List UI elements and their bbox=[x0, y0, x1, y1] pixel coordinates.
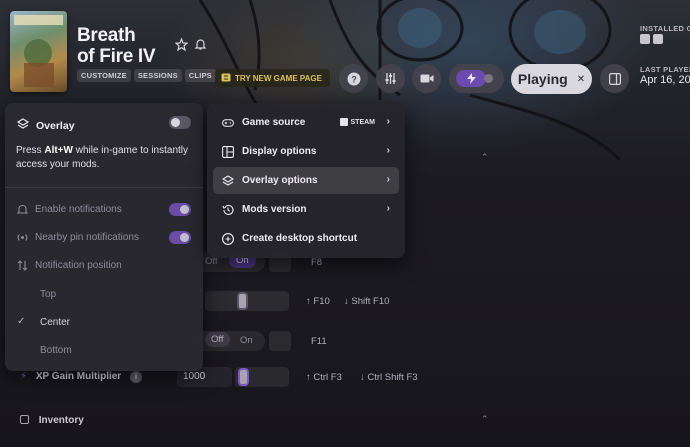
steam-tag: STEAM bbox=[339, 118, 375, 126]
tab-customize[interactable]: CUSTOMIZE bbox=[77, 69, 131, 82]
toggle-off-option[interactable]: Off bbox=[205, 332, 230, 347]
hotkey-settings-button[interactable] bbox=[269, 331, 291, 351]
chevron-right-icon: › bbox=[386, 116, 390, 127]
display-options-label: Display options bbox=[242, 146, 317, 157]
notification-position-row: Notification position bbox=[17, 260, 122, 271]
overlay-options-label: Overlay options bbox=[242, 175, 318, 186]
tab-clips[interactable]: CLIPS bbox=[184, 69, 216, 82]
menu-item-create-desktop-shortcut[interactable]: Create desktop shortcut bbox=[213, 225, 399, 252]
display-icon bbox=[222, 145, 234, 158]
enable-notifications-label: Enable notifications bbox=[35, 204, 122, 215]
store-icon bbox=[653, 34, 663, 44]
toggle-segment-2[interactable]: Off On bbox=[195, 331, 265, 351]
mixer-button[interactable] bbox=[376, 64, 405, 93]
camera-icon bbox=[420, 74, 433, 83]
menu-item-overlay-options[interactable]: Overlay options › bbox=[213, 167, 399, 194]
hotkey-label: F11 bbox=[311, 336, 327, 347]
mods-toggle[interactable] bbox=[449, 64, 504, 93]
layers-icon bbox=[16, 117, 30, 135]
chevron-right-icon: › bbox=[386, 174, 390, 185]
bolt-icon: ⚡ bbox=[20, 371, 28, 382]
checkmark-icon: ✓ bbox=[17, 316, 26, 327]
xp-slider-thumb[interactable] bbox=[238, 368, 249, 386]
try-new-label: TRY NEW GAME PAGE bbox=[235, 73, 322, 83]
notification-position-label: Notification position bbox=[35, 260, 122, 271]
game-source-label: Game source bbox=[242, 117, 306, 128]
close-icon[interactable]: ✕ bbox=[577, 74, 585, 85]
last-played-label: LAST PLAYED bbox=[640, 65, 690, 74]
enable-notifications-row: Enable notifications bbox=[17, 204, 122, 215]
star-icon[interactable] bbox=[174, 37, 189, 52]
sidebar-toggle-button[interactable] bbox=[600, 64, 629, 93]
overlay-description: Press Alt+W while in-game to instantly a… bbox=[16, 145, 189, 170]
menu-item-display-options[interactable]: Display options › bbox=[213, 138, 399, 165]
steam-store-icon bbox=[640, 34, 650, 44]
game-title: Breath of Fire IV bbox=[77, 25, 156, 67]
bell-icon[interactable] bbox=[194, 38, 207, 51]
add-shortcut-icon bbox=[222, 232, 234, 245]
info-icon[interactable]: i bbox=[129, 371, 142, 383]
slider-thumb[interactable] bbox=[237, 292, 248, 310]
installed-label: INSTALLED O bbox=[640, 24, 690, 33]
radar-icon bbox=[17, 232, 28, 243]
position-option-bottom[interactable]: Bottom bbox=[40, 345, 72, 356]
history-icon bbox=[222, 204, 234, 216]
grid-icon bbox=[20, 415, 29, 424]
game-options-menu: Game source STEAM › Display options › Ov… bbox=[207, 103, 405, 258]
menu-item-mods-version[interactable]: Mods version › bbox=[213, 196, 399, 223]
mods-version-label: Mods version bbox=[242, 204, 307, 215]
overlay-options-panel: Overlay Press Alt+W while in-game to ins… bbox=[5, 103, 203, 371]
chevron-right-icon: › bbox=[386, 145, 390, 156]
question-icon: ? bbox=[347, 72, 360, 85]
playing-label: Playing bbox=[517, 71, 568, 87]
inventory-label: Inventory bbox=[38, 415, 84, 426]
playing-button[interactable]: Playing ✕ bbox=[511, 64, 592, 94]
xp-decrease-hotkey: ↓ Ctrl Shift F3 bbox=[360, 372, 418, 383]
overlay-enable-switch[interactable] bbox=[169, 116, 191, 129]
svg-text:?: ? bbox=[351, 74, 357, 84]
capture-button[interactable] bbox=[412, 64, 441, 93]
create-desktop-shortcut-label: Create desktop shortcut bbox=[242, 233, 358, 244]
nearby-pin-row: Nearby pin notifications bbox=[17, 232, 139, 243]
chevron-right-icon: › bbox=[386, 203, 390, 214]
sliders-icon bbox=[385, 73, 396, 84]
menu-item-game-source[interactable]: Game source STEAM › bbox=[213, 109, 399, 136]
bell-icon bbox=[17, 204, 28, 215]
steam-icon bbox=[339, 118, 348, 126]
xp-increase-hotkey: ↑ Ctrl F3 bbox=[306, 372, 342, 383]
help-button[interactable]: ? bbox=[339, 64, 368, 93]
tab-sessions[interactable]: SESSIONS bbox=[133, 69, 182, 82]
bolt-icon bbox=[466, 73, 476, 84]
nearby-pin-switch[interactable] bbox=[169, 231, 191, 244]
collapse-icon[interactable]: ⌃ bbox=[481, 414, 489, 425]
game-tabs: CUSTOMIZE SESSIONS CLIPS bbox=[77, 69, 216, 82]
nearby-pin-label: Nearby pin notifications bbox=[35, 232, 139, 243]
last-played-value: Apr 16, 202 bbox=[640, 74, 690, 86]
position-option-center[interactable]: Center bbox=[40, 317, 70, 328]
inventory-section-header[interactable]: Inventory bbox=[20, 415, 84, 426]
decrease-hotkey: ↓ Shift F10 bbox=[344, 296, 390, 307]
hotkey-label: F8 bbox=[311, 257, 323, 268]
layers-icon bbox=[222, 174, 234, 187]
xp-gain-row: ⚡ XP Gain Multiplier i bbox=[20, 371, 142, 383]
gamepad-icon bbox=[222, 117, 234, 129]
increase-hotkey: ↑ F10 bbox=[306, 296, 330, 307]
toggle-on-option[interactable]: On bbox=[240, 335, 253, 346]
game-cover-art bbox=[10, 11, 67, 92]
position-arrows-icon bbox=[17, 260, 28, 271]
try-new-game-page-button[interactable]: TRY NEW GAME PAGE bbox=[215, 69, 330, 87]
enable-notifications-switch[interactable] bbox=[169, 203, 191, 216]
overlay-title: Overlay bbox=[36, 120, 75, 132]
swap-icon bbox=[221, 73, 231, 84]
xp-gain-label: XP Gain Multiplier bbox=[35, 371, 122, 382]
panel-icon bbox=[608, 72, 621, 85]
expand-icon[interactable]: ⌃ bbox=[481, 152, 489, 163]
position-option-top[interactable]: Top bbox=[40, 289, 56, 300]
